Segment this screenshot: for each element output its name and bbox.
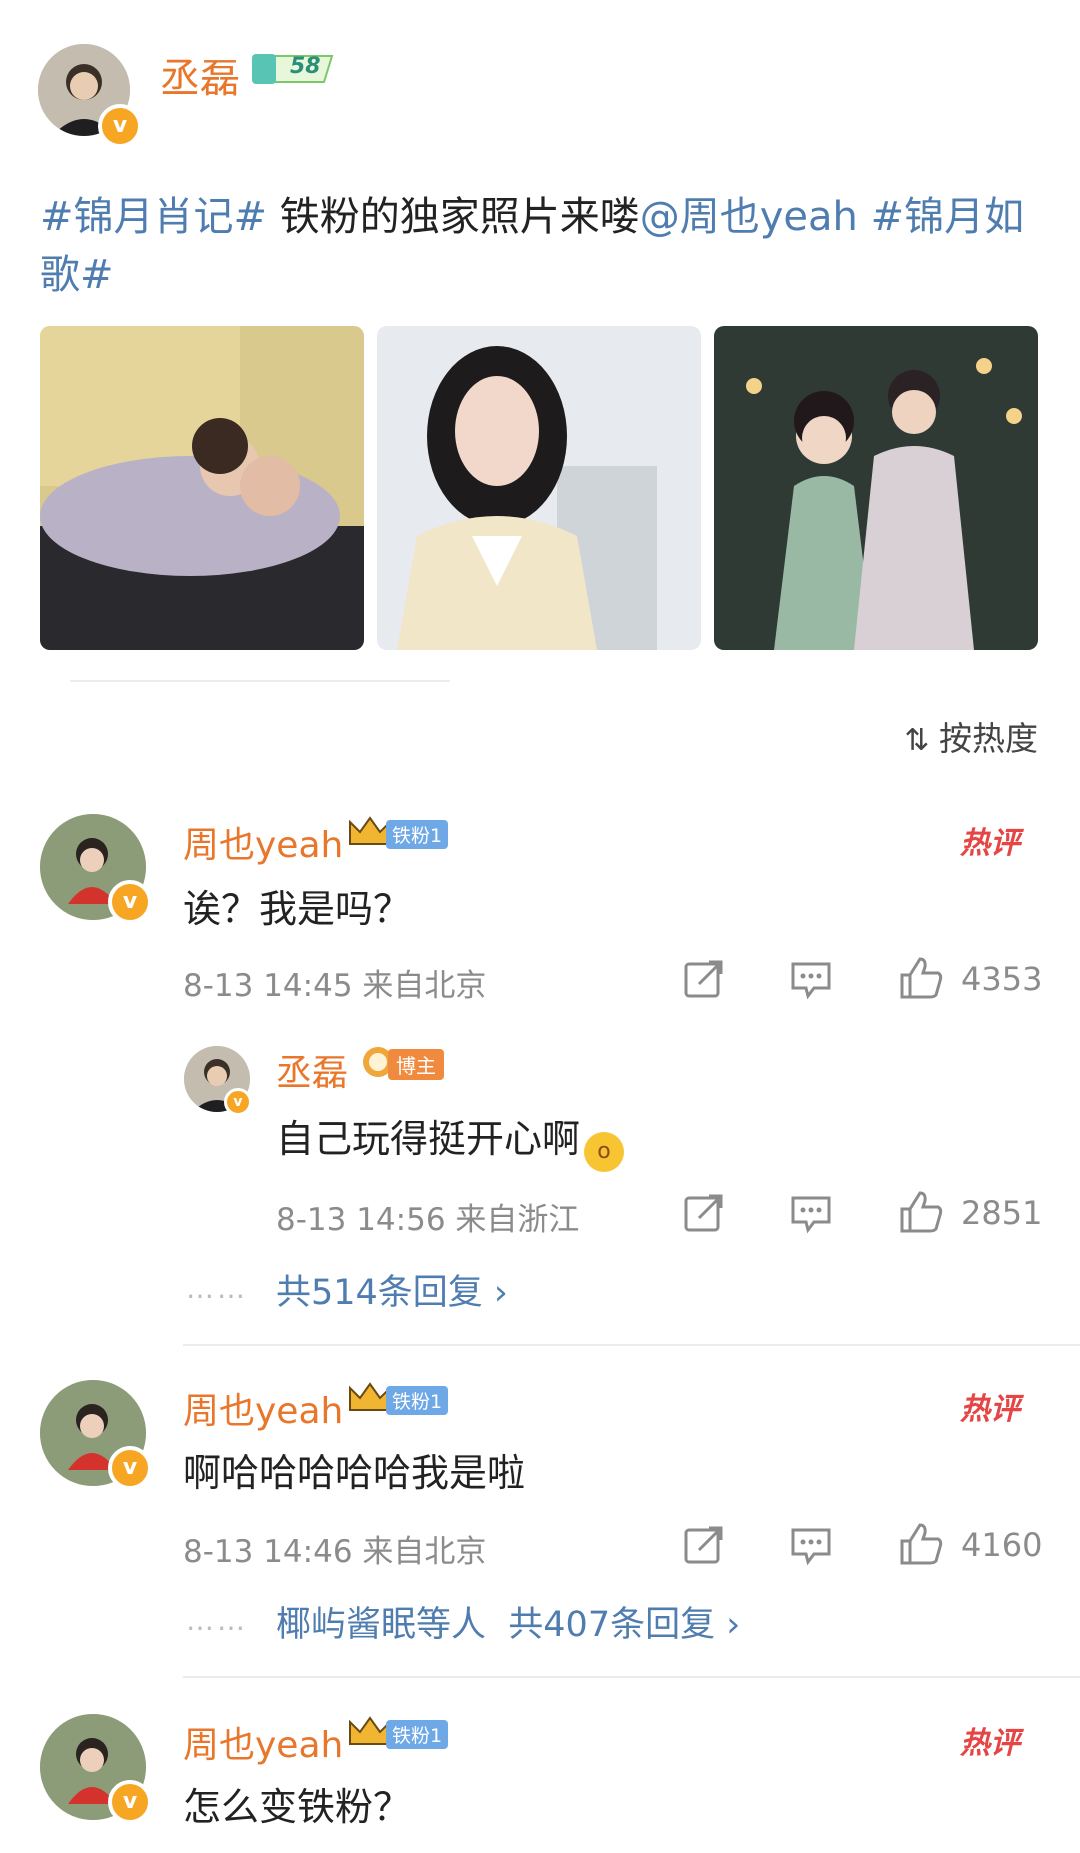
comment-author-name[interactable]: 周也yeah: [183, 816, 343, 868]
share-icon[interactable]: [683, 958, 725, 1004]
comment-divider: [183, 1676, 1080, 1678]
share-icon[interactable]: [683, 1524, 725, 1570]
hot-comment-badge: 热评: [960, 826, 1020, 861]
reply-author-name[interactable]: 丞磊: [276, 1044, 348, 1096]
comment-author-name[interactable]: 周也yeah: [183, 1382, 343, 1434]
reply-text-body: 自己玩得挺开心啊: [276, 1117, 581, 1161]
verified-icon: v: [108, 1446, 152, 1490]
more-replies-link[interactable]: 共514条回复 ›: [276, 1264, 508, 1315]
reply-meta: 8-13 14:56 来自浙江: [276, 1202, 580, 1238]
post-photo-3[interactable]: [714, 326, 1038, 650]
comment-icon[interactable]: [790, 960, 832, 1004]
comment-text: 怎么变铁粉？: [183, 1785, 412, 1829]
comment-meta: 8-13 14:45 来自北京: [183, 968, 487, 1004]
reply-text: 自己玩得挺开心啊 o: [276, 1108, 625, 1172]
sort-label: 按热度: [939, 719, 1038, 758]
post-text: #锦月肖记# 铁粉的独家照片来喽@周也yeah #锦月如歌#: [40, 188, 1040, 304]
photo-2-image: [377, 326, 701, 650]
comment-author-name[interactable]: 周也yeah: [183, 1716, 343, 1768]
hot-comment-badge: 热评: [960, 1392, 1020, 1427]
post-divider: [70, 680, 450, 682]
post-photo-2[interactable]: [377, 326, 701, 650]
like-icon[interactable]: [898, 1521, 944, 1571]
reply-count[interactable]: 共407条回复 ›: [508, 1605, 740, 1645]
fan-badge: 铁粉1: [346, 816, 452, 849]
verified-icon: v: [108, 1780, 152, 1824]
replies-dots: ……: [186, 1604, 248, 1637]
comment-divider: [183, 1344, 1080, 1346]
verified-icon: v: [98, 104, 142, 148]
like-icon[interactable]: [898, 1189, 944, 1239]
level-badge-text: 58: [290, 54, 321, 79]
level-badge: 58: [250, 52, 334, 86]
surprised-emoji-icon: o: [584, 1132, 625, 1172]
comment-text: 诶？我是吗？: [183, 887, 412, 931]
fan-badge-label: 铁粉1: [386, 1720, 449, 1749]
like-count: 4160: [961, 1526, 1043, 1564]
post-hashtag-1[interactable]: #锦月肖记#: [40, 194, 267, 240]
author-badge-label: 博主: [388, 1049, 444, 1080]
post-author-name[interactable]: 丞磊: [160, 46, 240, 104]
photo-3-image: [714, 326, 1038, 650]
sort-icon: ⇅: [904, 723, 939, 758]
fan-badge-label: 铁粉1: [386, 820, 449, 849]
hot-comment-badge: 热评: [960, 1726, 1020, 1761]
photo-1-image: [40, 326, 364, 650]
reply-names[interactable]: 椰屿酱眠等人: [276, 1605, 486, 1645]
fan-badge-label: 铁粉1: [386, 1386, 449, 1415]
post-mention[interactable]: @周也yeah: [640, 194, 858, 240]
comment-icon[interactable]: [790, 1526, 832, 1570]
like-count: 2851: [961, 1194, 1043, 1232]
replies-dots: ……: [186, 1272, 248, 1305]
comment-icon[interactable]: [790, 1194, 832, 1238]
more-replies-link[interactable]: 椰屿酱眠等人 共407条回复 ›: [276, 1596, 740, 1647]
like-count: 4353: [961, 960, 1043, 998]
sort-toggle[interactable]: ⇅ 按热度: [904, 712, 1038, 760]
verified-icon: v: [108, 880, 152, 924]
like-icon[interactable]: [898, 955, 944, 1005]
author-badge: 博主: [358, 1046, 454, 1080]
post-body: 铁粉的独家照片来喽: [267, 194, 640, 240]
fan-badge: 铁粉1: [346, 1716, 452, 1749]
verified-icon: v: [224, 1088, 252, 1116]
comment-meta: 8-13 14:46 来自北京: [183, 1534, 487, 1570]
fan-badge: 铁粉1: [346, 1382, 452, 1415]
comment-text: 啊哈哈哈哈哈我是啦: [183, 1451, 526, 1495]
share-icon[interactable]: [683, 1192, 725, 1238]
post-photo-1[interactable]: [40, 326, 364, 650]
